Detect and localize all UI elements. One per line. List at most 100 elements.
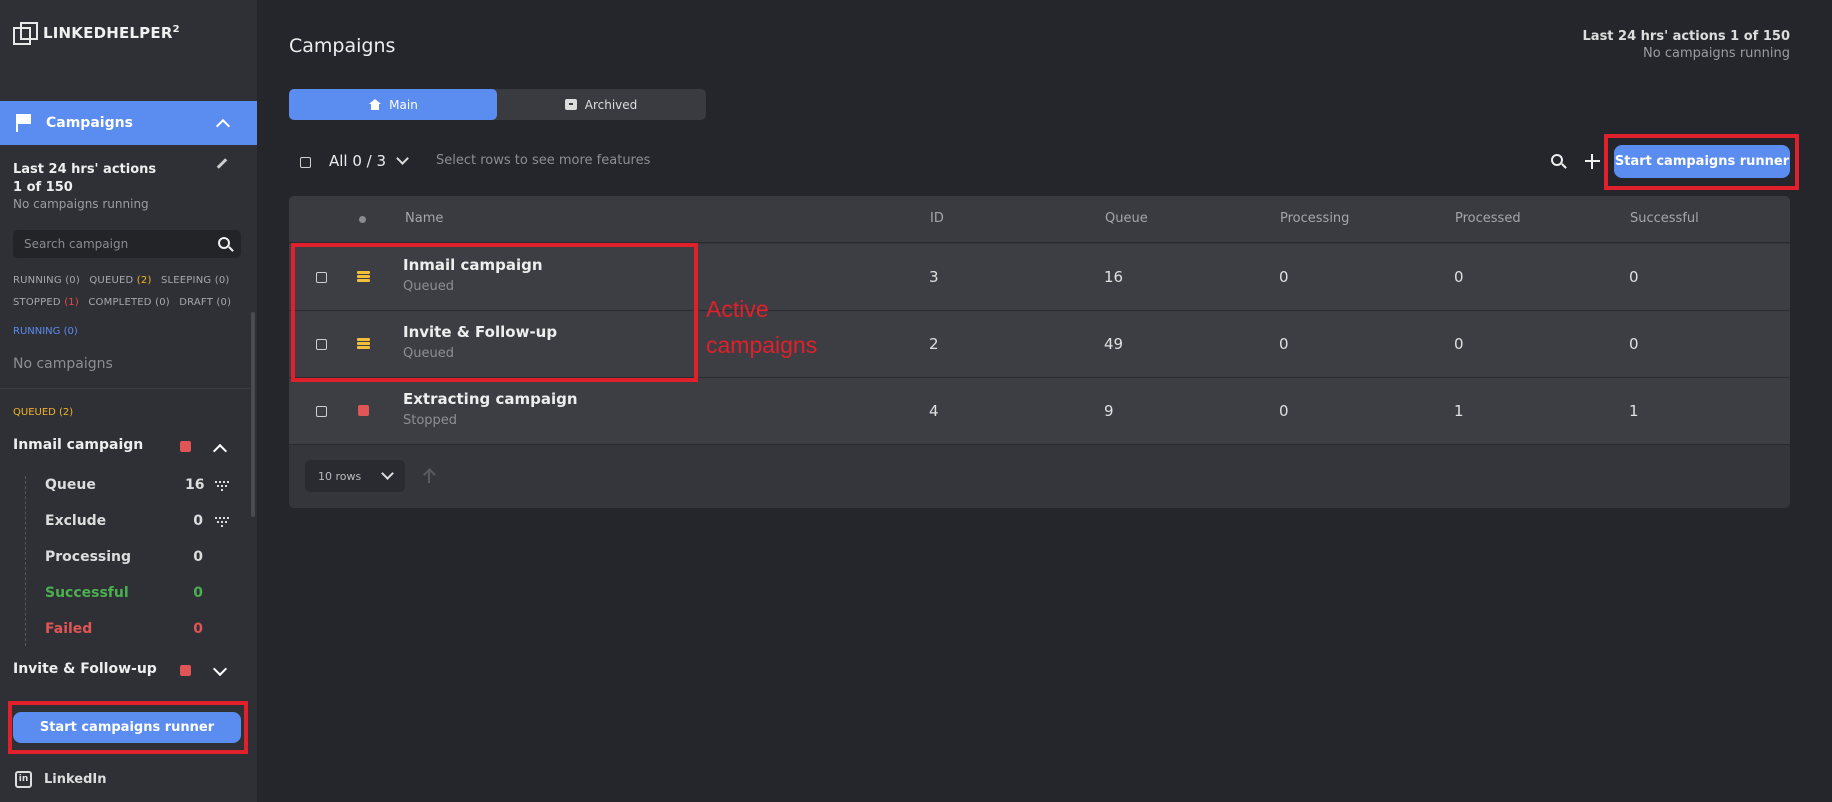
sidebar-item-campaigns[interactable]: Campaigns [0, 101, 257, 145]
cell-successful: 0 [1629, 335, 1639, 353]
stat-failed[interactable]: Failed 0 [45, 621, 245, 637]
column-header[interactable]: ID [930, 211, 944, 226]
chevron-up-icon[interactable] [212, 443, 228, 459]
filter-draft-count: (0) [216, 297, 232, 308]
linkedin-icon: in [15, 771, 32, 788]
sidebar-campaign-invite[interactable]: Invite & Follow-up [13, 661, 157, 677]
filter-draft-label: DRAFT [179, 297, 214, 308]
annotation-line: campaigns [706, 332, 818, 358]
campaign-name[interactable]: Extracting campaign [403, 390, 578, 408]
actions-summary: Last 24 hrs' actions 1 of 150 No campaig… [1583, 29, 1790, 61]
filter-sleeping-count: (0) [214, 275, 230, 286]
filter-sleeping-label: SLEEPING [160, 275, 212, 286]
campaign-search [13, 230, 241, 258]
running-line: No campaigns running [1643, 46, 1790, 61]
start-runner-button[interactable]: Start campaigns runner [1614, 145, 1790, 178]
cell-id: 2 [929, 335, 939, 353]
tree-line [25, 476, 26, 646]
edit-icon[interactable] [216, 158, 228, 169]
filter-draft[interactable]: DRAFT (0) [179, 297, 231, 308]
tab-label: Archived [584, 97, 638, 112]
tab-main[interactable]: Main [289, 89, 497, 120]
status-filters-row1: RUNNING (0) QUEUED (2) SLEEPING (0) [13, 275, 229, 286]
app-version: 2 [172, 24, 180, 35]
filter-completed[interactable]: COMPLETED (0) [88, 297, 170, 308]
actions-status: No campaigns running [13, 197, 149, 211]
filter-stopped[interactable]: STOPPED (1) [13, 297, 79, 308]
row-checkbox[interactable] [316, 406, 327, 417]
stop-icon[interactable] [180, 441, 191, 452]
stat-label: Queue [45, 477, 96, 493]
app-name: LINKEDHELPER [43, 24, 173, 42]
column-header[interactable]: Processing [1280, 211, 1349, 226]
funnel-icon[interactable] [215, 481, 229, 491]
cell-queue: 16 [1104, 268, 1124, 286]
home-icon [368, 99, 382, 110]
stat-processing[interactable]: Processing 0 [45, 549, 245, 565]
filter-running[interactable]: RUNNING (0) [13, 275, 80, 286]
section-running: RUNNING (0) [13, 326, 78, 337]
funnel-icon[interactable] [215, 517, 229, 527]
stat-label: Successful [45, 585, 129, 601]
stat-value: 0 [193, 585, 203, 601]
start-runner-button[interactable]: Start campaigns runner [13, 712, 241, 743]
flag-icon [16, 114, 32, 132]
chevron-down-icon[interactable] [396, 152, 409, 165]
chevron-down-icon[interactable] [212, 661, 228, 677]
highlight-box [291, 243, 698, 382]
filter-stopped-label: STOPPED [13, 297, 61, 308]
app-logo[interactable]: LINKEDHELPER2 [13, 22, 180, 45]
scroll-top-icon[interactable] [423, 468, 435, 484]
column-header[interactable]: Successful [1630, 211, 1699, 226]
column-header[interactable]: Processed [1455, 211, 1521, 226]
tabs: Main Archived [289, 89, 706, 120]
sidebar-scrollbar[interactable] [251, 312, 255, 517]
table-header: Name ID Queue Processing Processed Succe… [289, 196, 1790, 243]
column-header[interactable]: Name [405, 211, 443, 226]
select-all-checkbox[interactable] [300, 157, 311, 168]
filter-completed-count: (0) [155, 297, 170, 308]
section-queued: QUEUED (2) [13, 407, 74, 418]
add-campaign-icon[interactable] [1585, 154, 1600, 169]
filter-sleeping[interactable]: SLEEPING (0) [161, 275, 230, 286]
table-row[interactable]: Extracting campaign Stopped 4 9 0 1 1 [289, 378, 1790, 445]
cell-processed: 1 [1454, 402, 1464, 420]
selection-count[interactable]: All 0 / 3 [329, 152, 386, 170]
logo-icon [13, 22, 38, 45]
cell-processing: 0 [1279, 268, 1289, 286]
status-filters-row2: STOPPED (1) COMPLETED (0) DRAFT (0) [13, 297, 231, 308]
actions-title-line2: 1 of 150 [13, 180, 73, 195]
column-header[interactable]: Queue [1105, 211, 1148, 226]
sidebar-item-linkedin[interactable]: in LinkedIn [15, 771, 107, 788]
stat-value: 0 [193, 513, 203, 529]
cell-queue: 9 [1104, 402, 1114, 420]
chevron-up-icon[interactable] [215, 118, 231, 134]
rows-per-page-select[interactable]: 10 rows [305, 460, 405, 492]
filter-queued-label: QUEUED [89, 275, 134, 286]
chevron-down-icon [381, 467, 394, 480]
cell-processed: 0 [1454, 268, 1464, 286]
page-title: Campaigns [289, 35, 396, 57]
stat-label: Exclude [45, 513, 107, 529]
search-input[interactable] [24, 237, 204, 251]
search-icon[interactable] [218, 237, 230, 249]
cell-successful: 1 [1629, 402, 1639, 420]
filter-queued-count: (2) [136, 275, 152, 286]
sidebar-campaign-inmail[interactable]: Inmail campaign [13, 437, 143, 453]
stat-value: 16 [185, 477, 205, 493]
stat-successful[interactable]: Successful 0 [45, 585, 245, 601]
archive-icon [564, 99, 577, 110]
cell-processing: 0 [1279, 402, 1289, 420]
no-campaigns-text: No campaigns [13, 356, 113, 372]
stop-icon[interactable] [180, 665, 191, 676]
stat-value: 0 [193, 549, 203, 565]
actions-title: Last 24 hrs' actions 1 of 150 [13, 161, 156, 197]
actions-line: Last 24 hrs' actions 1 of 150 [1582, 29, 1790, 44]
search-icon[interactable] [1551, 154, 1563, 166]
tab-archived[interactable]: Archived [497, 89, 705, 120]
status-dot-icon [359, 216, 366, 223]
divider [0, 388, 250, 389]
cell-successful: 0 [1629, 268, 1639, 286]
sidebar: LINKEDHELPER2 Campaigns Last 24 hrs' act… [0, 0, 257, 802]
filter-queued[interactable]: QUEUED (2) [89, 275, 151, 286]
